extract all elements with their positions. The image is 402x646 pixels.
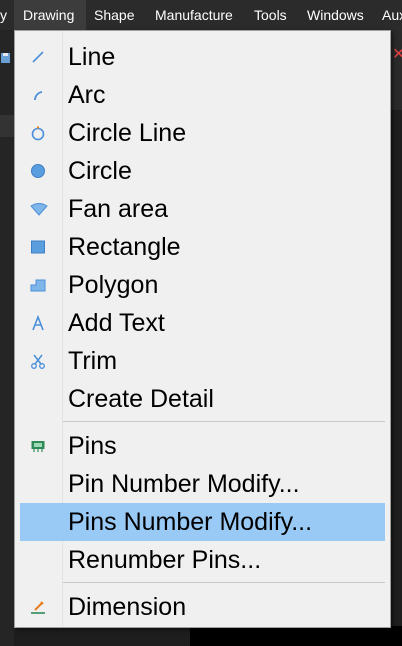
menu-item-pins[interactable]: Pins [20,427,385,465]
menu-item-label: Arc [68,81,106,109]
menu-item-add-text[interactable]: Add Text [20,304,385,342]
drawing-dropdown-menu: Line Arc Circle Line Circle Fan area Rec… [14,30,391,628]
menu-item-label: Polygon [68,271,159,299]
menu-item-label: Line [68,43,116,71]
text-icon [30,314,46,331]
menu-label: y [0,7,7,23]
fan-area-icon [30,201,48,217]
menu-item-label: Pins Number Modify... [68,508,313,536]
menu-item-label: Add Text [68,309,165,337]
toolbar-button[interactable] [0,115,14,137]
menu-item-circle[interactable]: Circle [20,152,385,190]
menu-item-pin-number-modify[interactable]: Pin Number Modify... [20,465,385,503]
polygon-icon [30,277,46,293]
menu-item-label: Circle [68,157,132,185]
menu-item-arc[interactable]: Arc [20,76,385,114]
menu-item-rectangle[interactable]: Rectangle [20,228,385,266]
canvas-area [190,626,402,646]
menu-item-renumber-pins[interactable]: Renumber Pins... [20,541,385,579]
menu-item-pins-number-modify[interactable]: Pins Number Modify... [20,503,385,541]
menu-item-label: Dimension [68,593,187,621]
menu-item-line[interactable]: Line [20,38,385,76]
menu-label: Windows [307,7,364,23]
menu-shape[interactable]: Shape [94,0,134,30]
menu-label: Manufacture [155,7,233,23]
menu-windows[interactable]: Windows [307,0,364,30]
menu-item-polygon[interactable]: Polygon [20,266,385,304]
pins-icon [30,438,46,454]
menu-item-circle-line[interactable]: Circle Line [20,114,385,152]
menu-label: Shape [94,7,135,23]
menu-separator [63,421,385,422]
menu-label: Aux [382,7,402,23]
circle-icon [30,163,46,179]
save-icon[interactable] [0,48,14,70]
menu-label: Drawing [23,7,75,23]
arc-icon [30,87,46,103]
menu-item-label: Pin Number Modify... [68,470,300,498]
menu-item-label: Circle Line [68,119,187,147]
menu-item-trim[interactable]: Trim [20,342,385,380]
dimension-icon [30,599,46,615]
rectangle-icon [30,239,46,255]
circle-line-icon [30,125,46,141]
menu-item-fan-area[interactable]: Fan area [20,190,385,228]
menu-aux[interactable]: Aux [382,0,402,30]
menu-item-dimension[interactable]: Dimension [20,588,385,626]
menu-item-label: Pins [68,432,117,460]
menu-item-create-detail[interactable]: Create Detail [20,380,385,418]
right-panel [390,30,402,110]
menu-view[interactable]: y [0,0,7,30]
scissors-icon [30,353,46,369]
menu-drawing[interactable]: Drawing [14,0,86,30]
menu-item-label: Rectangle [68,233,181,261]
menu-label: Tools [254,7,287,23]
menu-manufacture[interactable]: Manufacture [155,0,233,30]
left-tool-strip [0,30,14,646]
menu-item-label: Fan area [68,195,169,223]
menu-item-label: Renumber Pins... [68,546,262,574]
menu-bar: y Drawing Shape Manufacture Tools Window… [0,0,402,30]
menu-separator [63,582,385,583]
menu-item-label: Trim [68,347,118,375]
menu-tools[interactable]: Tools [254,0,287,30]
close-icon[interactable]: ✕ [392,44,402,64]
line-icon [30,49,46,65]
menu-item-label: Create Detail [68,385,214,413]
